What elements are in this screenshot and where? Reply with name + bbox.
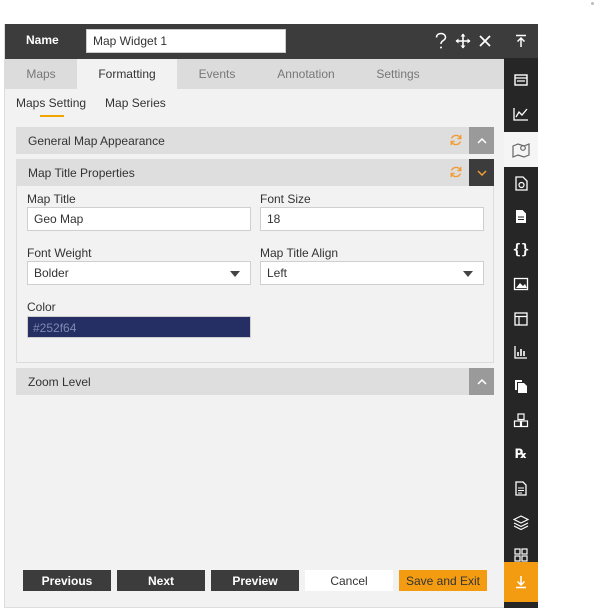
chevron-up-icon[interactable] [469, 368, 494, 395]
section-general-map-appearance[interactable]: General Map Appearance [16, 127, 494, 154]
refresh-icon[interactable] [448, 132, 464, 148]
title-align-select[interactable]: Left [260, 261, 484, 285]
font-weight-label: Font Weight [27, 246, 92, 260]
close-icon[interactable] [476, 31, 494, 51]
caret-down-icon [463, 271, 473, 277]
title-align-label: Map Title Align [260, 246, 339, 260]
grid-icon[interactable] [504, 540, 538, 562]
main-tabs: Maps Formatting Events Annotation Settin… [5, 59, 504, 89]
chevron-down-icon[interactable] [469, 159, 494, 186]
cancel-button[interactable]: Cancel [305, 570, 393, 591]
preview-button[interactable]: Preview [211, 570, 299, 591]
document-chart-icon[interactable] [504, 168, 538, 198]
braces-icon[interactable]: {} [504, 235, 538, 265]
next-button[interactable]: Next [117, 570, 205, 591]
title-align-value: Left [267, 266, 288, 280]
copy-icon[interactable] [504, 371, 538, 401]
font-size-label: Font Size [260, 192, 311, 206]
map-icon[interactable] [504, 132, 538, 167]
font-size-input[interactable]: 18 [260, 207, 484, 231]
bar-chart-icon[interactable] [504, 337, 538, 367]
download-icon[interactable] [504, 562, 538, 602]
report-icon[interactable] [504, 473, 538, 503]
section-zoom-level[interactable]: Zoom Level [16, 368, 494, 395]
map-title-properties-panel: Map Title Geo Map Font Size 18 Font Weig… [16, 186, 494, 363]
layout-icon[interactable] [504, 304, 538, 334]
subtab-map-series[interactable]: Map Series [105, 96, 166, 112]
cubes-icon[interactable] [504, 405, 538, 435]
document-icon[interactable] [504, 201, 538, 231]
subtab-maps-setting[interactable]: Maps Setting [16, 96, 86, 117]
tab-annotation[interactable]: Annotation [257, 59, 355, 89]
name-label: Name [26, 33, 59, 47]
font-weight-value: Bolder [34, 266, 69, 280]
name-input[interactable] [86, 29, 286, 53]
corner-dot [591, 2, 594, 5]
move-icon[interactable] [454, 31, 472, 51]
line-chart-icon[interactable] [504, 99, 538, 129]
section-title: Zoom Level [28, 374, 91, 389]
previous-button[interactable]: Previous [23, 570, 111, 591]
card-icon[interactable] [504, 65, 538, 95]
map-title-label: Map Title [27, 192, 76, 206]
tab-formatting[interactable]: Formatting [77, 59, 177, 89]
color-label: Color [27, 300, 56, 314]
collapse-up-icon[interactable] [504, 24, 538, 58]
section-map-title-properties[interactable]: Map Title Properties [16, 159, 494, 186]
color-picker-input[interactable]: #252f64 [27, 316, 251, 338]
right-toolbar: {} ℞ [504, 24, 538, 608]
map-title-input[interactable]: Geo Map [27, 207, 251, 231]
chevron-up-icon[interactable] [469, 127, 494, 154]
tab-maps[interactable]: Maps [5, 59, 77, 89]
image-icon[interactable] [504, 269, 538, 299]
help-icon[interactable] [432, 31, 450, 51]
section-title: Map Title Properties [28, 165, 135, 180]
widget-properties-dialog: Name Maps Formatting Events Annotation S… [4, 24, 504, 608]
font-weight-select[interactable]: Bolder [27, 261, 251, 285]
refresh-icon[interactable] [448, 164, 464, 180]
dialog-header: Name [5, 24, 504, 59]
section-title: General Map Appearance [28, 133, 165, 148]
sub-tabs: Maps Setting Map Series [5, 89, 504, 119]
caret-down-icon [230, 271, 240, 277]
layers-icon[interactable] [504, 507, 538, 537]
tab-events[interactable]: Events [177, 59, 257, 89]
save-and-exit-button[interactable]: Save and Exit [399, 570, 487, 591]
rx-icon[interactable]: ℞ [504, 439, 538, 469]
tab-settings[interactable]: Settings [355, 59, 441, 89]
